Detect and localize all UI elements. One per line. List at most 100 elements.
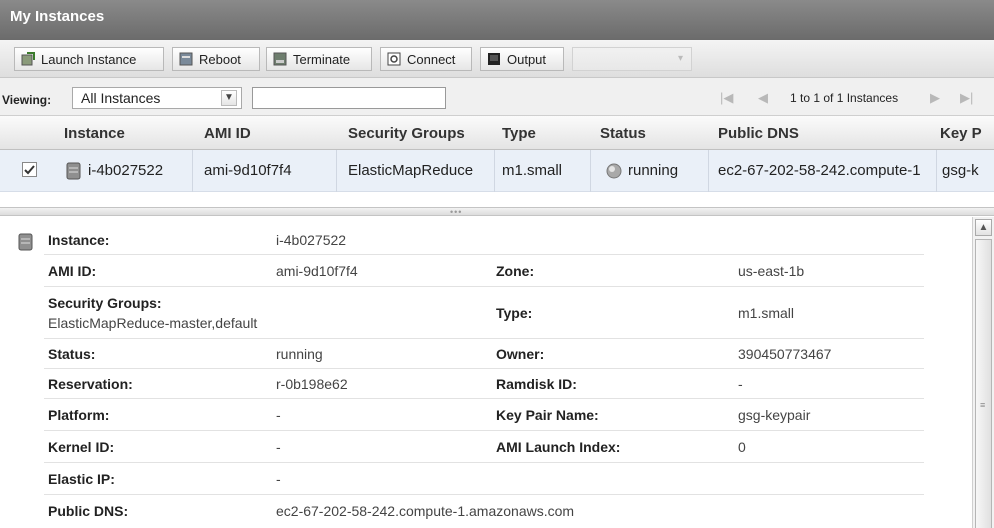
grip-icon: ≡: [980, 400, 986, 410]
col-key-pair[interactable]: Key P: [940, 125, 994, 142]
platform-label: Platform:: [48, 407, 110, 423]
filter-bar: Viewing: All Instances ▼ |◀ ◀ 1 to 1 of …: [0, 78, 994, 116]
terminate-icon: [273, 52, 287, 66]
reboot-label: Reboot: [199, 51, 241, 67]
launch-icon: [21, 52, 35, 66]
col-divider: [708, 150, 709, 192]
connect-icon: [387, 52, 401, 66]
col-instance[interactable]: Instance: [64, 125, 125, 142]
platform-value: -: [276, 407, 281, 423]
server-icon: [18, 233, 34, 256]
security-groups-value: ElasticMapReduce-master,default: [48, 315, 258, 331]
cell-ami-id: ami-9d10f7f4: [204, 162, 292, 179]
server-icon: [66, 162, 82, 184]
cell-security-groups: ElasticMapReduce: [348, 162, 474, 179]
viewing-label: Viewing:: [2, 93, 52, 107]
terminate-button[interactable]: Terminate: [266, 47, 372, 71]
detail-row-platform: Platform: - Key Pair Name: gsg-keypair: [44, 399, 924, 431]
ramdisk-label: Ramdisk ID:: [496, 376, 577, 392]
scrollbar-thumb[interactable]: ≡: [975, 239, 992, 528]
chevron-down-icon[interactable]: ▼: [221, 90, 237, 106]
instance-detail-pane: Instance: i-4b027522 AMI ID: ami-9d10f7f…: [0, 217, 972, 528]
reservation-label: Reservation:: [48, 376, 133, 392]
toolbar: Launch Instance Reboot Terminate Connect…: [0, 40, 994, 78]
detail-row-elastic-ip: Elastic IP: -: [44, 463, 924, 495]
ramdisk-value: -: [738, 376, 743, 392]
security-groups-label: Security Groups:: [48, 295, 162, 311]
ami-launch-index-label: AMI Launch Index:: [496, 439, 621, 455]
ami-launch-index-value: 0: [738, 439, 746, 455]
zone-value: us-east-1b: [738, 263, 805, 279]
output-icon: [487, 52, 501, 66]
output-button[interactable]: Output: [480, 47, 564, 71]
owner-label: Owner:: [496, 346, 545, 362]
row-checkbox[interactable]: [22, 162, 38, 182]
cell-status: running: [628, 162, 679, 179]
key-pair-value: gsg-keypair: [738, 407, 811, 423]
col-public-dns[interactable]: Public DNS: [718, 125, 799, 142]
reservation-value: r-0b198e62: [276, 376, 348, 392]
zone-label: Zone:: [496, 263, 535, 279]
next-page-icon[interactable]: ▶: [930, 90, 940, 106]
col-divider: [192, 150, 193, 192]
ami-id-value: ami-9d10f7f4: [276, 263, 358, 279]
elastic-ip-label: Elastic IP:: [48, 471, 115, 487]
detail-row-instance: Instance: i-4b027522: [44, 225, 924, 255]
instance-label: Instance:: [48, 232, 110, 248]
panel-title: My Instances: [10, 8, 105, 25]
ami-id-label: AMI ID:: [48, 263, 97, 279]
pane-splitter[interactable]: •••: [0, 207, 994, 217]
col-ami-id[interactable]: AMI ID: [204, 125, 251, 142]
col-divider: [336, 150, 337, 192]
kernel-id-label: Kernel ID:: [48, 439, 115, 455]
kernel-id-value: -: [276, 439, 281, 455]
connect-button[interactable]: Connect: [380, 47, 472, 71]
reboot-button[interactable]: Reboot: [172, 47, 260, 71]
status-label: Status:: [48, 346, 96, 362]
owner-value: 390450773467: [738, 346, 832, 362]
viewing-select-value: All Instances: [81, 90, 161, 106]
connect-label: Connect: [407, 51, 456, 67]
panel-title-bar: My Instances: [0, 0, 994, 40]
reboot-icon: [179, 52, 193, 66]
col-divider: [936, 150, 937, 192]
filter-input[interactable]: [252, 87, 446, 109]
scroll-up-icon[interactable]: ▲: [975, 219, 992, 236]
dropdown-arrow-icon: ▾: [677, 53, 683, 64]
col-divider: [590, 150, 591, 192]
cell-instance: i-4b027522: [88, 162, 164, 179]
elastic-ip-value: -: [276, 471, 281, 487]
table-row[interactable]: i-4b027522 ami-9d10f7f4 ElasticMapReduce…: [0, 150, 994, 192]
first-page-icon[interactable]: |◀: [720, 90, 733, 106]
grip-icon: •••: [450, 207, 463, 217]
detail-row-public-dns: Public DNS: ec2-67-202-58-242.compute-1.…: [44, 495, 924, 527]
pager-text: 1 to 1 of 1 Instances: [790, 91, 899, 105]
detail-scrollbar[interactable]: ▲ ≡: [972, 217, 994, 528]
detail-row-security-groups: Security Groups: ElasticMapReduce-master…: [44, 287, 924, 339]
type-label: Type:: [496, 305, 533, 321]
col-security-groups[interactable]: Security Groups: [348, 125, 465, 142]
last-page-icon[interactable]: ▶|: [960, 90, 973, 106]
instance-value: i-4b027522: [276, 232, 347, 248]
col-status[interactable]: Status: [600, 125, 646, 142]
launch-instance-label: Launch Instance: [41, 51, 137, 67]
more-actions-button[interactable]: ▾: [572, 47, 692, 71]
key-pair-label: Key Pair Name:: [496, 407, 599, 423]
public-dns-label: Public DNS:: [48, 503, 129, 519]
viewing-select[interactable]: All Instances ▼: [72, 87, 242, 109]
output-label: Output: [507, 51, 547, 67]
instances-table-header: Instance AMI ID Security Groups Type Sta…: [0, 116, 994, 150]
status-value: running: [276, 346, 323, 362]
status-dot-icon: [606, 163, 622, 183]
cell-public-dns: ec2-67-202-58-242.compute-1: [718, 162, 921, 179]
launch-instance-button[interactable]: Launch Instance: [14, 47, 164, 71]
detail-row-status: Status: running Owner: 390450773467: [44, 339, 924, 369]
cell-key-pair: gsg-k: [942, 162, 979, 179]
public-dns-value: ec2-67-202-58-242.compute-1.amazonaws.co…: [276, 503, 575, 519]
col-type[interactable]: Type: [502, 125, 536, 142]
terminate-label: Terminate: [293, 51, 351, 67]
type-value: m1.small: [738, 305, 795, 321]
prev-page-icon[interactable]: ◀: [758, 90, 768, 106]
col-divider: [494, 150, 495, 192]
cell-type: m1.small: [502, 162, 563, 179]
